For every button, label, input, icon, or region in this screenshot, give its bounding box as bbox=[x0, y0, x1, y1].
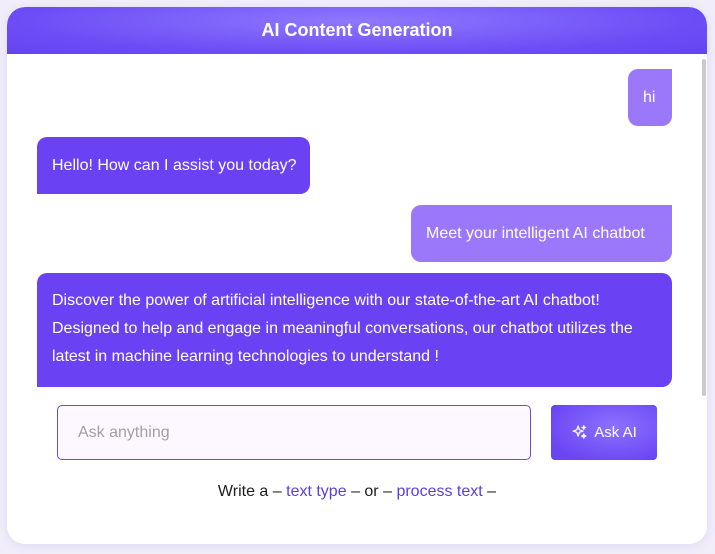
process-text-link[interactable]: process text bbox=[396, 483, 482, 500]
bot-message: Hello! How can I assist you today? bbox=[37, 137, 310, 194]
bot-message: Discover the power of artificial intelli… bbox=[37, 273, 672, 387]
user-message: Meet your intelligent AI chatbot bbox=[411, 205, 672, 262]
ask-ai-button[interactable]: Ask AI bbox=[551, 405, 657, 460]
write-prefix: Write a bbox=[217, 483, 269, 500]
page-title: AI Content Generation bbox=[261, 20, 453, 40]
chat-header: AI Content Generation bbox=[7, 7, 707, 54]
or-separator: – or – bbox=[351, 483, 392, 500]
dash-separator: – bbox=[487, 483, 497, 500]
ask-input[interactable] bbox=[57, 405, 531, 460]
message-scrollbar[interactable] bbox=[702, 59, 706, 396]
text-type-link[interactable]: text type bbox=[286, 483, 346, 500]
user-message: hi bbox=[628, 69, 672, 126]
message-list: hi Hello! How can I assist you today? Me… bbox=[7, 54, 707, 394]
dash-separator: – bbox=[272, 483, 282, 500]
ask-ai-label: Ask AI bbox=[594, 424, 637, 441]
sparkles-icon bbox=[572, 425, 587, 439]
chat-card: AI Content Generation hi Hello! How can … bbox=[7, 7, 707, 544]
write-prompt-line: Write a – text type – or – process text … bbox=[7, 483, 707, 501]
